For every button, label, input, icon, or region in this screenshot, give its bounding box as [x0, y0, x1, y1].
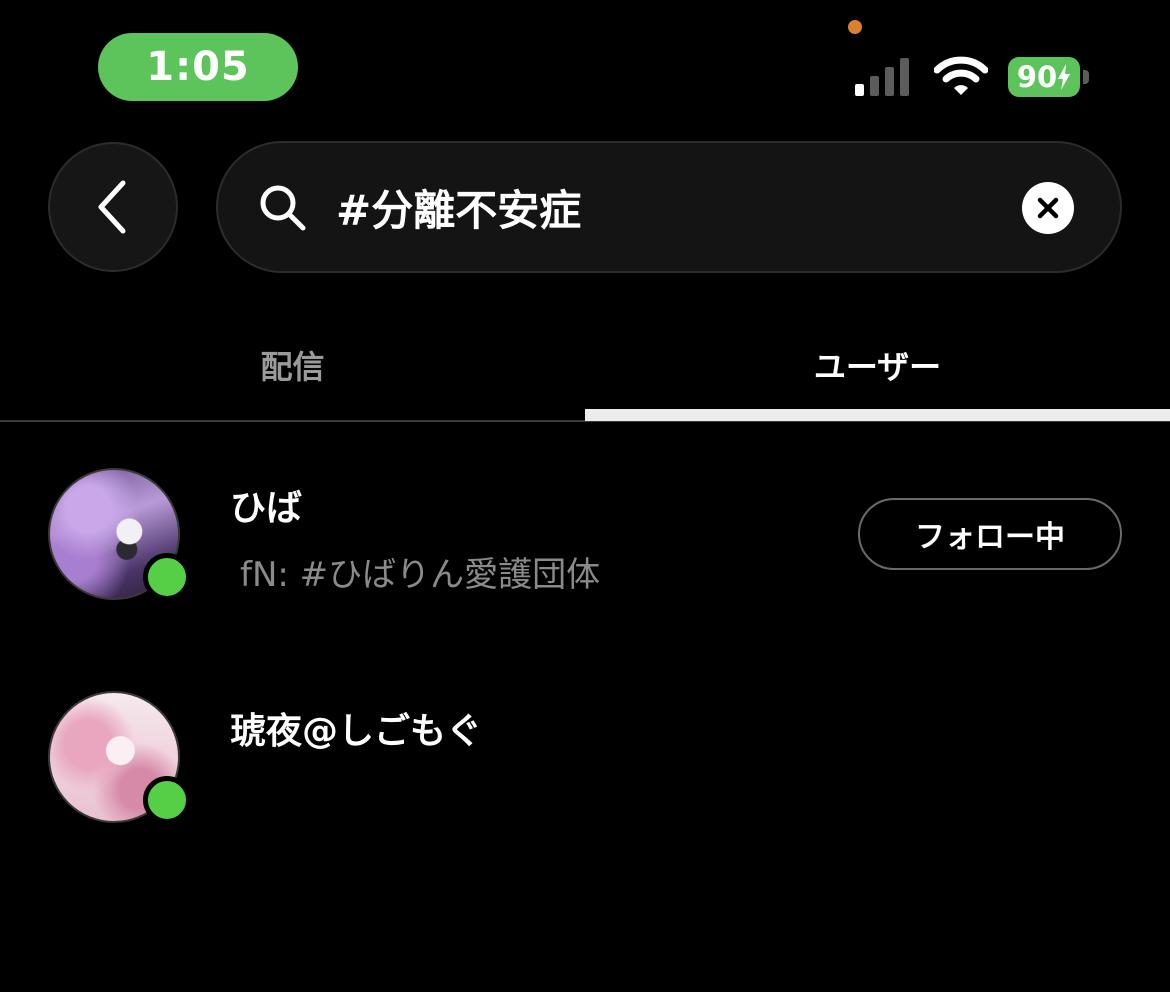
user-name: ひば [230, 488, 303, 529]
user-name: 琥夜@しごもぐ [230, 711, 483, 752]
wifi-icon [934, 56, 988, 95]
online-status-dot [143, 776, 191, 824]
back-button[interactable] [48, 142, 178, 272]
user-bio: fN: #ひばりん愛護団体 [240, 555, 601, 595]
battery-indicator: 90 [1008, 57, 1080, 97]
search-query[interactable]: #分離不安症 [336, 143, 581, 271]
tab-broadcast[interactable]: 配信 [0, 330, 585, 400]
list-item[interactable]: 琥夜@しごもぐ [0, 688, 1170, 848]
battery-cap [1083, 70, 1089, 84]
following-button[interactable]: フォロー中 [858, 498, 1122, 570]
search-icon [260, 185, 306, 231]
cellular-signal-icon [855, 58, 909, 96]
search-input[interactable]: #分離不安症 [216, 141, 1122, 273]
online-status-dot [143, 553, 191, 601]
privacy-indicator-dot [848, 20, 862, 34]
selected-tab-indicator [585, 409, 1170, 421]
tab-users[interactable]: ユーザー [585, 330, 1170, 400]
chevron-left-icon [98, 180, 126, 234]
charging-bolt-icon [1058, 64, 1071, 90]
status-time: 1:05 [98, 33, 298, 101]
list-item[interactable]: ひば fN: #ひばりん愛護団体 フォロー中 [0, 465, 1170, 625]
clear-search-button[interactable] [1022, 182, 1074, 234]
battery-level: 90 [1016, 60, 1058, 94]
close-icon [1037, 197, 1059, 219]
